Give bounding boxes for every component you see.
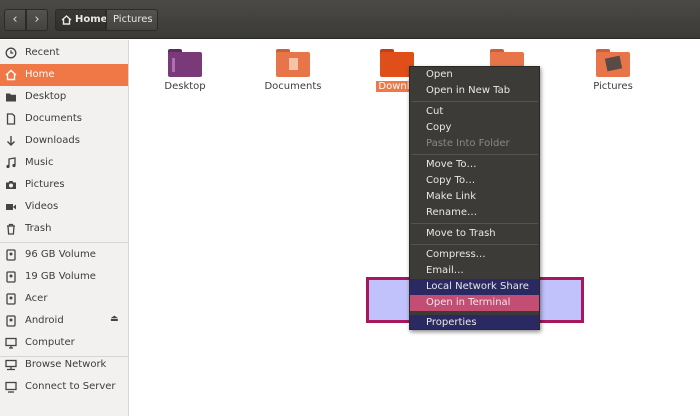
sidebar-item-trash[interactable]: Trash [0,218,128,240]
document-icon [6,113,16,125]
sidebar-item-label: Home [25,69,55,80]
menu-separator [411,154,538,155]
folder-icon [276,49,310,77]
download-arrow-icon [7,136,15,146]
context-menu: Open Open in New Tab Cut Copy Paste Into… [409,66,540,330]
menu-item-copy[interactable]: Copy [410,120,539,136]
sidebar-item-label: Connect to Server [25,381,116,392]
video-icon [6,204,16,210]
sidebar-item-android[interactable]: Android ⏏ [0,310,128,332]
sidebar-item-label: Trash [25,223,52,234]
music-note-icon [6,157,16,169]
menu-separator [411,101,538,102]
breadcrumb-pictures[interactable]: Pictures [106,9,158,31]
menu-item-copy-to[interactable]: Copy To… [410,173,539,189]
menu-separator [411,244,538,245]
home-icon [5,69,17,81]
breadcrumb-home[interactable]: Home [55,9,108,31]
back-button[interactable]: ‹ [4,9,26,31]
sidebar-item-browse-network[interactable]: Browse Network [0,354,128,376]
forward-button[interactable]: › [26,9,48,31]
menu-item-compress[interactable]: Compress… [410,247,539,263]
sidebar-item-label: 96 GB Volume [25,249,96,260]
drive-icon [6,293,16,305]
menu-item-local-network-share[interactable]: Local Network Share [410,279,539,295]
sidebar-item-label: Videos [25,201,59,212]
trash-icon [7,223,15,235]
sidebar-item-label: Recent [25,47,60,58]
server-icon [5,381,17,393]
menu-item-properties[interactable]: Properties [410,315,539,329]
sidebar-item-label: Pictures [25,179,65,190]
menu-item-open-in-new-tab[interactable]: Open in New Tab [410,83,539,99]
menu-item-open-in-terminal[interactable]: Open in Terminal [410,295,539,311]
drive-icon [6,249,16,261]
file-item-pictures[interactable]: Pictures [572,49,654,92]
sidebar-separator [0,242,128,243]
sidebar-item-connect-to-server[interactable]: Connect to Server [0,376,128,398]
sidebar-item-96gb-volume[interactable]: 96 GB Volume [0,244,128,266]
sidebar-item-documents[interactable]: Documents [0,108,128,130]
home-icon [61,15,72,25]
menu-item-cut[interactable]: Cut [410,104,539,120]
eject-icon[interactable]: ⏏ [110,314,119,324]
camera-icon [6,181,16,189]
folder-icon [168,49,202,77]
sidebar-item-label: Music [25,157,54,168]
computer-icon [5,337,17,349]
header-bar: ‹ › Home Pictures [0,0,700,39]
menu-item-paste-into-folder: Paste Into Folder [426,138,510,149]
file-item-desktop[interactable]: Desktop [144,49,226,92]
sidebar-item-pictures[interactable]: Pictures [0,174,128,196]
chevron-left-icon: ‹ [12,12,18,27]
sidebar-item-acer[interactable]: Acer [0,288,128,310]
sidebar-item-recent[interactable]: Recent [0,42,128,64]
sidebar-item-label: Documents [25,113,83,124]
sidebar-item-label: Desktop [25,91,67,102]
drive-icon [6,315,16,327]
sidebar-item-label: 19 GB Volume [25,271,96,282]
sidebar-item-label: Browse Network [25,359,107,370]
chevron-right-icon: › [34,12,40,27]
file-label: Documents [264,81,322,92]
menu-item-move-to[interactable]: Move To… [410,157,539,173]
sidebar-item-downloads[interactable]: Downloads [0,130,128,152]
sidebar-item-label: Acer [25,293,48,304]
file-item-documents[interactable]: Documents [252,49,334,92]
folder-icon [596,49,630,77]
sidebar-item-19gb-volume[interactable]: 19 GB Volume [0,266,128,288]
menu-item-move-to-trash[interactable]: Move to Trash [410,226,539,242]
sidebar-item-music[interactable]: Music [0,152,128,174]
sidebar-item-videos[interactable]: Videos [0,196,128,218]
sidebar-item-computer[interactable]: Computer [0,332,128,354]
sidebar-item-desktop[interactable]: Desktop [0,86,128,108]
clock-icon [5,47,17,59]
sidebar-item-label: Downloads [25,135,80,146]
menu-item-rename[interactable]: Rename… [410,205,539,221]
sidebar-item-home[interactable]: Home [0,64,128,86]
file-label: Pictures [593,81,633,92]
sidebar-item-label: Computer [25,337,75,348]
drive-icon [6,271,16,283]
file-label: Desktop [164,81,206,92]
menu-item-email[interactable]: Email… [410,263,539,279]
breadcrumb-home-label: Home [75,14,108,25]
menu-separator [411,223,538,224]
folder-icon [6,93,16,102]
menu-item-make-link[interactable]: Make Link [410,189,539,205]
sidebar: Recent Home Desktop Documents Downloads … [0,40,129,416]
network-icon [5,359,17,371]
menu-item-open[interactable]: Open [410,67,539,83]
sidebar-item-label: Android [25,315,64,326]
